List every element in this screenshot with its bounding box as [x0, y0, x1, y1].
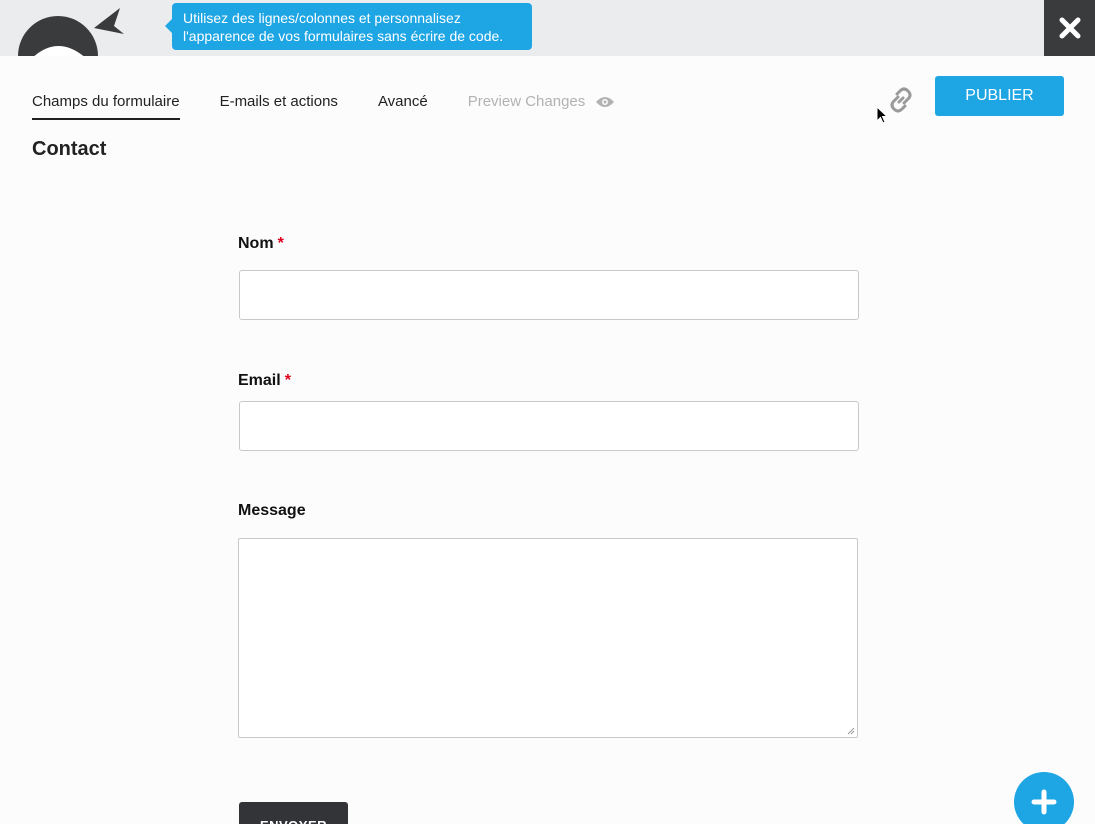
top-bar: Utilisez des lignes/colonnes et personna…: [0, 0, 1095, 56]
tab-emails-actions[interactable]: E-mails et actions: [220, 90, 338, 120]
required-mark: *: [277, 235, 284, 252]
email-label: Email *: [238, 372, 291, 390]
form-title: Contact: [32, 138, 107, 160]
link-icon[interactable]: [886, 85, 916, 115]
resize-grip-icon[interactable]: [847, 727, 855, 735]
tab-form-fields[interactable]: Champs du formulaire: [32, 90, 180, 120]
message-label-text: Message: [238, 502, 306, 519]
eye-icon: [596, 97, 615, 107]
close-button[interactable]: [1044, 0, 1095, 56]
tooltip-line-1: Utilisez des lignes/colonnes et personna…: [183, 10, 461, 26]
message-label: Message: [238, 502, 306, 520]
builder-tabs: Champs du formulaire E-mails et actions …: [32, 90, 655, 120]
plus-icon: [1031, 789, 1057, 815]
name-input[interactable]: [239, 270, 859, 320]
name-label: Nom *: [238, 235, 284, 253]
preview-label: Preview Changes: [467, 93, 586, 110]
name-label-text: Nom: [238, 235, 274, 252]
publish-button[interactable]: PUBLIER: [935, 76, 1064, 116]
email-label-text: Email: [238, 372, 281, 389]
submit-button[interactable]: ENVOYER: [239, 802, 348, 824]
tooltip-line-2: l'apparence de vos formulaires sans écri…: [183, 28, 504, 44]
add-field-button[interactable]: [1014, 772, 1074, 824]
tab-advanced[interactable]: Avancé: [378, 90, 428, 120]
mouse-cursor-icon: [876, 106, 888, 124]
required-mark: *: [284, 372, 291, 389]
email-input[interactable]: [239, 401, 859, 451]
message-textarea[interactable]: [238, 538, 858, 738]
close-icon: [1059, 17, 1080, 39]
tip-tooltip: Utilisez des lignes/colonnes et personna…: [165, 3, 532, 50]
tab-preview-changes[interactable]: Preview Changes: [468, 90, 616, 120]
ninja-mascot-icon: [18, 8, 124, 56]
